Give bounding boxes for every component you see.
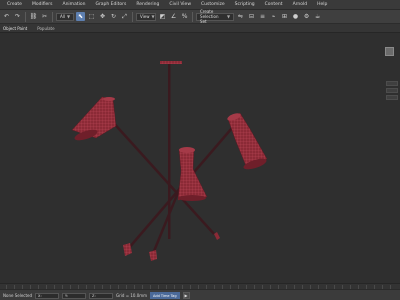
menu-arnold[interactable]: Arnold (288, 2, 313, 7)
rotate-icon[interactable]: ↻ (109, 12, 118, 21)
lamp-shade-right (227, 112, 268, 170)
align-icon[interactable]: ⊟ (247, 12, 256, 21)
percent-snap-icon[interactable]: % (180, 12, 189, 21)
selection-filter-dropdown[interactable]: All ▼ (56, 12, 75, 21)
angle-snap-icon[interactable]: ∠ (169, 12, 178, 21)
grid-size-text: Grid = 10.0mm (116, 293, 148, 298)
reference-coordinate-value: View (140, 14, 150, 19)
timeline-ticks (6, 285, 394, 289)
orbit-icon[interactable] (386, 95, 398, 100)
link-icon[interactable]: ⛓ (29, 12, 38, 21)
region-select-icon[interactable]: ⬚ (87, 12, 96, 21)
undo-icon[interactable]: ↶ (2, 12, 11, 21)
status-bar: None Selected X: Y: Z: Grid = 10.0mm Add… (0, 283, 400, 300)
ribbon-tabs: Object Paint Populate (0, 24, 400, 33)
z-coordinate-field[interactable]: Z: (89, 292, 114, 299)
chevron-down-icon: ▼ (151, 14, 155, 19)
menu-civil-view[interactable]: Civil View (164, 2, 196, 7)
move-icon[interactable]: ✥ (98, 12, 107, 21)
reference-coordinate-dropdown[interactable]: View ▼ (136, 12, 157, 21)
play-icon[interactable]: ▶ (182, 292, 190, 299)
menu-scripting[interactable]: Scripting (230, 2, 260, 7)
menu-content[interactable]: Content (260, 2, 288, 7)
ceiling-canopy (160, 61, 182, 64)
tab-populate[interactable]: Populate (37, 26, 54, 31)
toolbar-divider (132, 11, 134, 22)
menu-modifiers[interactable]: Modifiers (27, 2, 58, 7)
toolbar-divider (52, 11, 53, 22)
menu-create[interactable]: Create (2, 2, 27, 7)
menu-animation[interactable]: Animation (58, 2, 91, 7)
pan-icon[interactable] (386, 88, 398, 93)
chevron-down-icon: ▼ (66, 14, 71, 19)
lamp-model-canvas (71, 61, 268, 261)
menu-rendering[interactable]: Rendering (131, 2, 164, 7)
mirror-icon[interactable]: ⇋ (236, 12, 245, 21)
viewcube-icon[interactable] (385, 47, 394, 56)
select-icon[interactable]: ⬉ (76, 12, 86, 21)
unlink-icon[interactable]: ✂ (40, 12, 49, 21)
toolbar-divider (25, 11, 26, 22)
toolbar-divider (192, 11, 194, 22)
layers-icon[interactable]: ≡ (258, 12, 267, 21)
viewport-nav-strip (385, 81, 399, 100)
render-setup-icon[interactable]: ⚙ (302, 12, 311, 21)
chevron-down-icon: ▼ (226, 14, 231, 19)
redo-icon[interactable]: ↷ (13, 12, 22, 21)
x-field-label: X: (38, 293, 42, 298)
tab-object-paint[interactable]: Object Paint (3, 26, 27, 31)
graph-icon[interactable]: ⌁ (269, 12, 278, 21)
lamp-shade-center (177, 147, 208, 201)
zoom-icon[interactable] (386, 81, 398, 86)
y-field-label: Y: (65, 293, 68, 298)
render-icon[interactable]: ☕ (313, 12, 322, 21)
add-time-tag-button[interactable]: Add Time Tag (150, 292, 180, 299)
z-field-label: Z: (92, 293, 96, 298)
selection-filter-value: All (60, 14, 65, 19)
x-coordinate-field[interactable]: X: (35, 292, 60, 299)
snap-icon[interactable]: ◩ (158, 12, 167, 21)
selection-set-value: Create Selection Set (200, 9, 219, 24)
main-toolbar: ↶ ↷ ⛓ ✂ All ▼ ⬉ ⬚ ✥ ↻ ⤢ View ▼ ◩ ∠ % Creat… (0, 9, 400, 24)
menu-help[interactable]: Help (312, 2, 332, 7)
material-editor-icon[interactable]: ● (291, 12, 300, 21)
menu-graph-editors[interactable]: Graph Editors (90, 2, 131, 7)
lamp-shade-left (71, 96, 117, 141)
menu-customize[interactable]: Customize (196, 2, 230, 7)
scale-icon[interactable]: ⤢ (120, 12, 129, 21)
status-row: None Selected X: Y: Z: Grid = 10.0mm Add… (0, 290, 400, 300)
perspective-viewport[interactable] (0, 33, 400, 283)
schematic-icon[interactable]: ⊞ (280, 12, 289, 21)
selection-set-dropdown[interactable]: Create Selection Set ▼ (196, 9, 235, 24)
selection-status-text: None Selected (3, 293, 33, 298)
y-coordinate-field[interactable]: Y: (62, 292, 87, 299)
